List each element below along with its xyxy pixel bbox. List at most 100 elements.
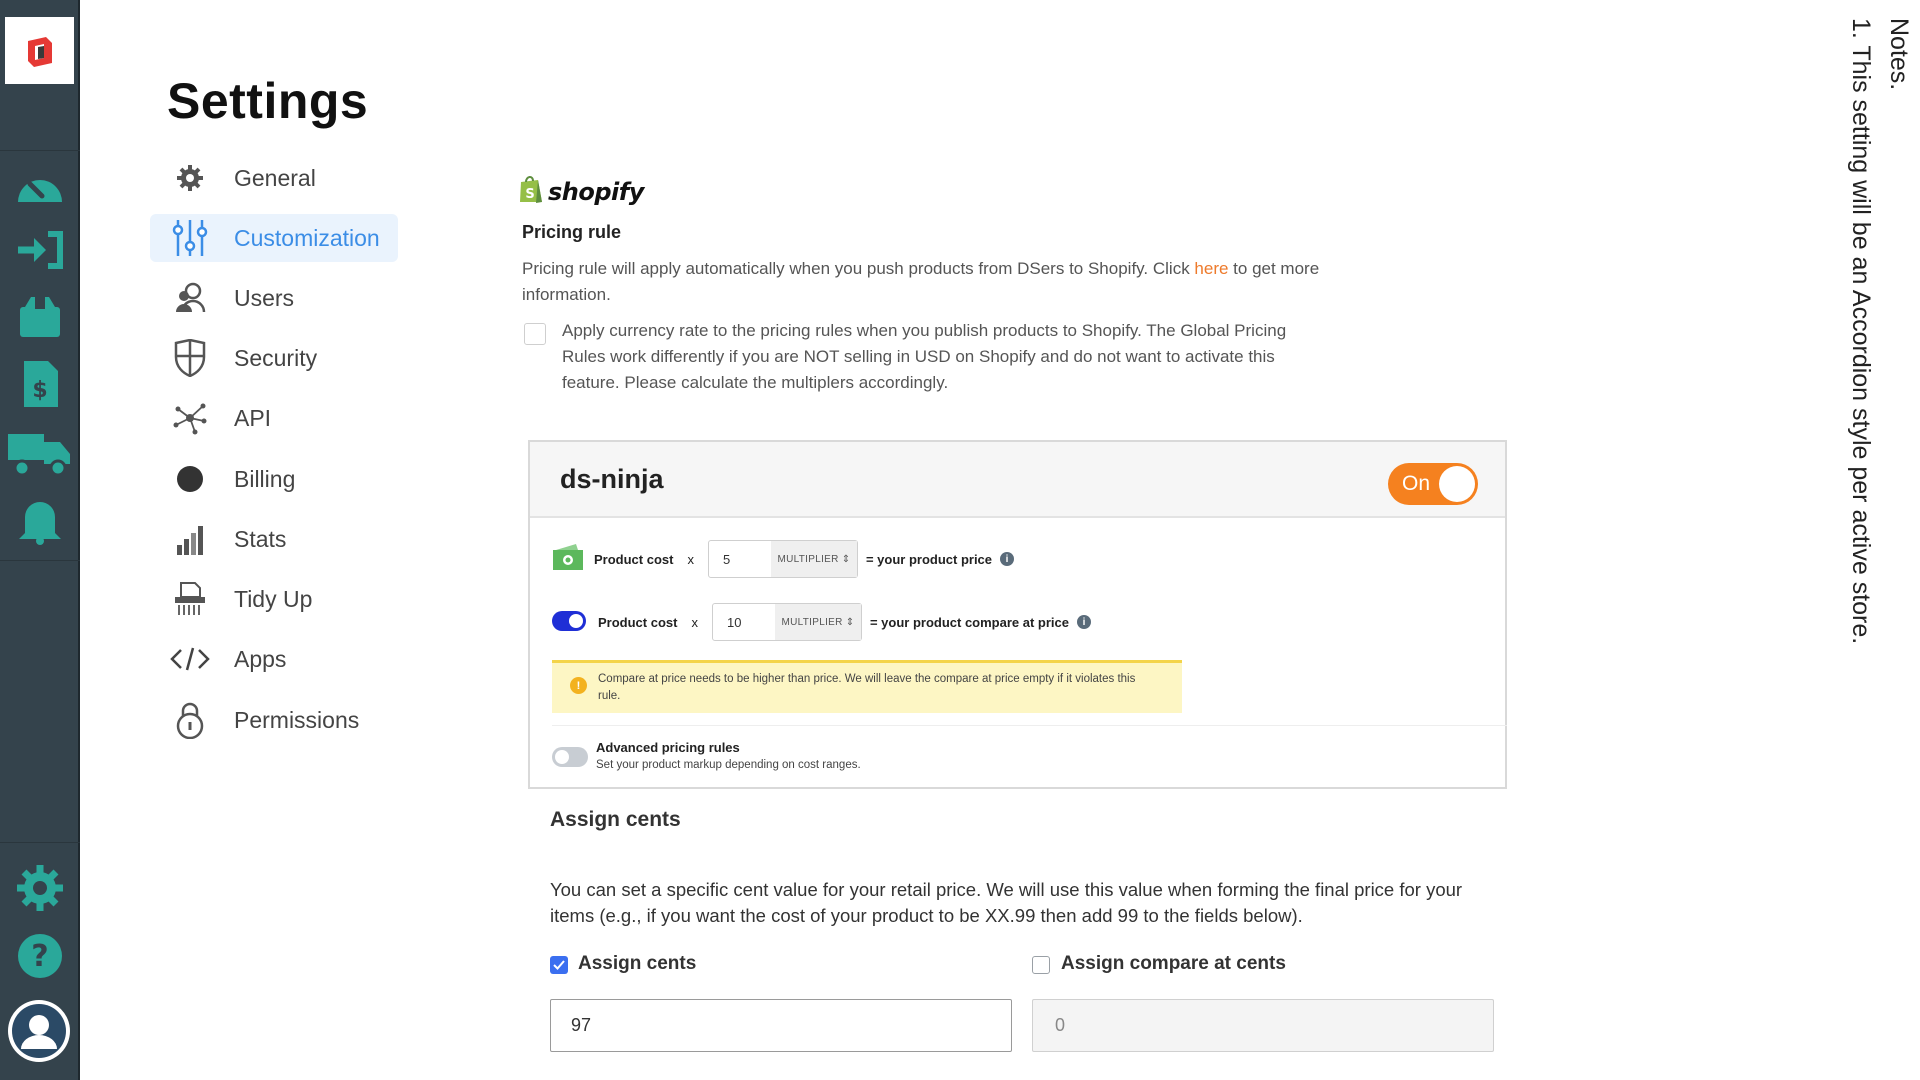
rule-result: = your product price — [865, 551, 993, 567]
nav-item-apps[interactable]: Apps — [150, 635, 398, 683]
toggle-knob — [555, 750, 569, 764]
lock-icon — [168, 698, 212, 742]
nav-item-security[interactable]: Security — [150, 334, 398, 382]
notes-panel: Notes. 1. This setting will be an Accord… — [1818, 18, 1918, 738]
nav-item-customization[interactable]: Customization — [150, 214, 398, 262]
users-icon — [168, 276, 212, 320]
svg-text:$: $ — [32, 378, 47, 403]
assign-cents-label[interactable]: Assign cents — [578, 953, 696, 975]
nav-item-label: Tidy Up — [234, 585, 313, 612]
shipping-icon[interactable] — [8, 424, 72, 480]
multiplier-value[interactable]: 10 — [713, 604, 775, 640]
rule-operator: x — [687, 551, 694, 567]
notes-rotated: Notes. 1. This setting will be an Accord… — [1842, 18, 1918, 758]
pricing-rule-description: Pricing rule will apply automatically wh… — [522, 256, 1322, 308]
nav-item-users[interactable]: Users — [150, 274, 398, 322]
divider — [552, 725, 1507, 726]
notifications-icon[interactable] — [8, 492, 72, 548]
code-icon — [168, 637, 212, 681]
multiplier-unit-label: MULTIPLIER — [781, 616, 843, 628]
settings-icon[interactable] — [8, 860, 72, 916]
nav-item-billing[interactable]: Billing — [150, 455, 398, 503]
nav-item-general[interactable]: General — [150, 154, 398, 202]
sort-icon: ⇕ — [845, 616, 855, 628]
rule-operator: x — [691, 614, 698, 630]
nav-item-label: Security — [234, 344, 318, 371]
nav-item-stats[interactable]: Stats — [150, 515, 398, 563]
currency-rate-checkbox[interactable] — [524, 323, 546, 345]
sliders-icon — [168, 216, 212, 260]
shredder-icon — [168, 577, 212, 621]
assign-compare-cents-checkbox[interactable] — [1032, 956, 1050, 974]
pricing-rule-title: Pricing rule — [522, 222, 622, 242]
multiplier-unit-select[interactable]: MULTIPLIER ⇕ — [774, 604, 861, 640]
more-info-link[interactable]: here — [1194, 259, 1228, 278]
assign-cents-checkbox[interactable] — [550, 956, 568, 974]
nav-item-label: Billing — [234, 465, 296, 492]
shield-icon — [168, 336, 212, 380]
products-icon[interactable] — [8, 288, 72, 344]
multiplier-unit-label: MULTIPLIER — [777, 553, 839, 565]
nav-item-label: Customization — [234, 224, 380, 251]
svg-text:S: S — [525, 187, 534, 202]
shopify-bag-icon: S — [518, 174, 544, 209]
import-icon[interactable] — [8, 222, 72, 278]
shopify-logo: S shopify — [518, 174, 644, 209]
compare-multiplier-input[interactable]: 10 MULTIPLIER ⇕ — [711, 603, 862, 641]
user-avatar-icon[interactable] — [8, 1000, 70, 1062]
shopify-wordmark: shopify — [548, 177, 644, 206]
gear-icon — [168, 156, 212, 200]
rule-label: Product cost — [594, 551, 674, 567]
toggle-knob — [1439, 466, 1475, 502]
multiplier-unit-select[interactable]: MULTIPLIER ⇕ — [770, 541, 857, 577]
nav-item-label: Apps — [234, 645, 287, 672]
help-icon[interactable]: ? — [8, 928, 72, 984]
store-toggle[interactable]: On — [1388, 463, 1478, 505]
price-multiplier-input[interactable]: 5 MULTIPLIER ⇕ — [707, 540, 858, 578]
nav-item-label: Permissions — [234, 706, 360, 733]
price-rule-row: Product cost x 5 MULTIPLIER ⇕ = your pro… — [552, 539, 1015, 579]
nav-item-tidy-up[interactable]: Tidy Up — [150, 575, 398, 623]
assign-cents-title: Assign cents — [550, 808, 681, 831]
rule-label: Product cost — [598, 614, 678, 630]
dashboard-icon[interactable] — [8, 158, 72, 214]
advanced-pricing-toggle[interactable] — [552, 747, 588, 767]
store-pricing-card: ds-ninja On Product cost x 5 MULTIPLIER … — [528, 440, 1507, 789]
sort-icon: ⇕ — [841, 553, 851, 565]
store-card-header[interactable]: ds-ninja On — [530, 442, 1505, 518]
multiplier-value[interactable]: 5 — [709, 541, 771, 577]
nav-item-label: Stats — [234, 525, 287, 552]
check-icon — [553, 960, 565, 970]
nav-item-label: General — [234, 164, 316, 191]
currency-rate-label: Apply currency rate to the pricing rules… — [562, 321, 1287, 392]
notes-heading: Notes. — [1885, 18, 1913, 91]
info-icon[interactable]: i — [1000, 552, 1015, 566]
advanced-pricing-subtitle: Set your product markup depending on cos… — [596, 759, 861, 771]
assign-compare-cents-label[interactable]: Assign compare at cents — [1061, 953, 1286, 975]
nav-item-permissions[interactable]: Permissions — [150, 696, 398, 744]
pricing-desc-text: Pricing rule will apply automatically wh… — [522, 259, 1195, 278]
app-rail: $ ? — [0, 0, 80, 1080]
cents-input[interactable]: 97 — [550, 999, 1012, 1052]
warning-icon: ! — [570, 677, 587, 694]
compare-toggle[interactable] — [552, 610, 586, 634]
orders-icon[interactable]: $ — [8, 356, 72, 412]
logo-icon[interactable] — [5, 17, 74, 84]
network-icon — [168, 396, 212, 440]
compare-price-warning: ! Compare at price needs to be higher th… — [552, 660, 1182, 713]
money-icon — [552, 543, 584, 575]
compare-cents-input[interactable]: 0 — [1032, 999, 1494, 1052]
compare-price-rule-row: Product cost x 10 MULTIPLIER ⇕ = your pr… — [552, 602, 1091, 642]
info-icon[interactable]: i — [1077, 615, 1091, 629]
nav-item-label: Users — [234, 284, 295, 311]
store-name: ds-ninja — [560, 464, 664, 494]
svg-text:?: ? — [31, 939, 48, 974]
nav-item-api[interactable]: API — [150, 394, 398, 442]
circle-icon — [168, 457, 212, 501]
advanced-pricing-title: Advanced pricing rules — [596, 740, 740, 755]
rule-result: = your product compare at price — [869, 614, 1069, 630]
nav-item-label: API — [234, 404, 272, 431]
assign-cents-description: You can set a specific cent value for yo… — [550, 879, 1463, 926]
warning-text: Compare at price needs to be higher than… — [598, 673, 1136, 702]
page-title: Settings — [167, 73, 369, 129]
